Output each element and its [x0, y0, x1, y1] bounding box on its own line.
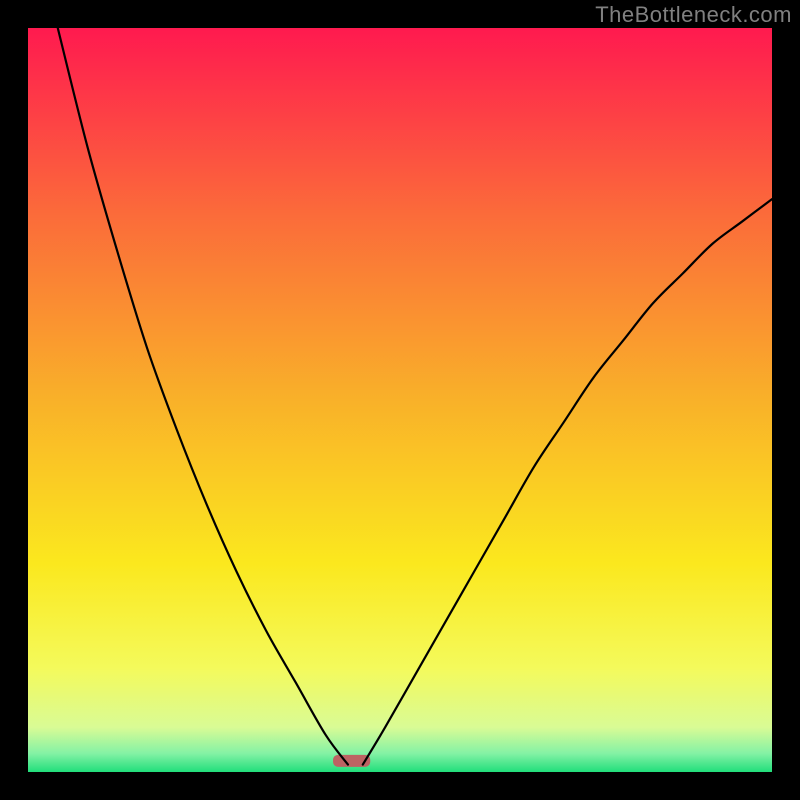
gradient-background	[28, 28, 772, 772]
bottleneck-chart	[28, 28, 772, 772]
watermark-text: TheBottleneck.com	[595, 2, 792, 28]
chart-svg	[28, 28, 772, 772]
chart-frame: TheBottleneck.com	[0, 0, 800, 800]
